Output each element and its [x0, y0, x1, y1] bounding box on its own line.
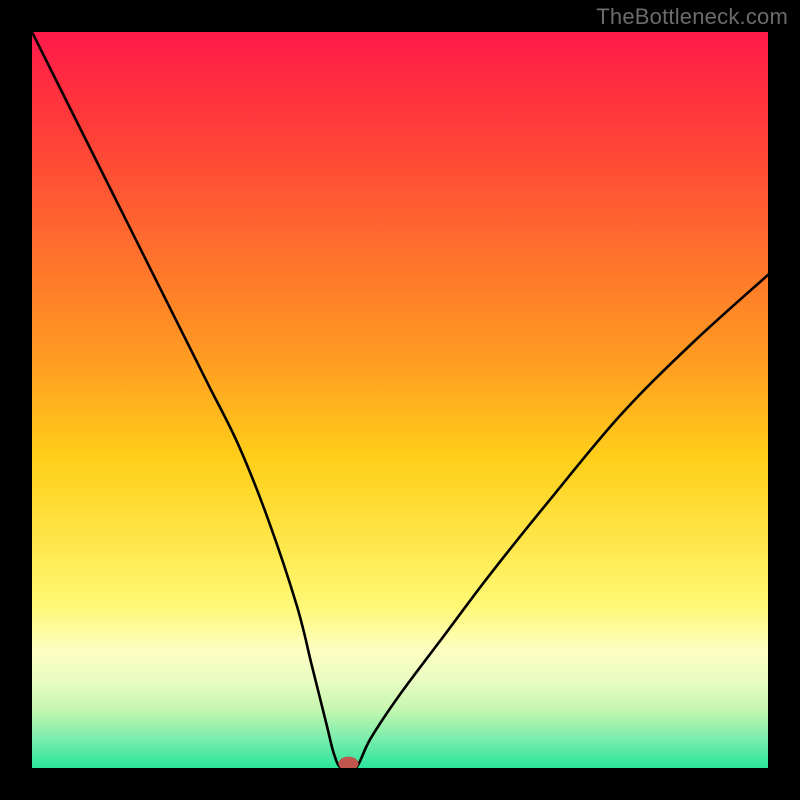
chart-frame: TheBottleneck.com: [0, 0, 800, 800]
curve-line: [32, 32, 768, 768]
watermark-label: TheBottleneck.com: [596, 4, 788, 30]
plot-area: [32, 32, 768, 768]
bottleneck-curve: [32, 32, 768, 768]
optimal-point-marker: [338, 757, 358, 768]
